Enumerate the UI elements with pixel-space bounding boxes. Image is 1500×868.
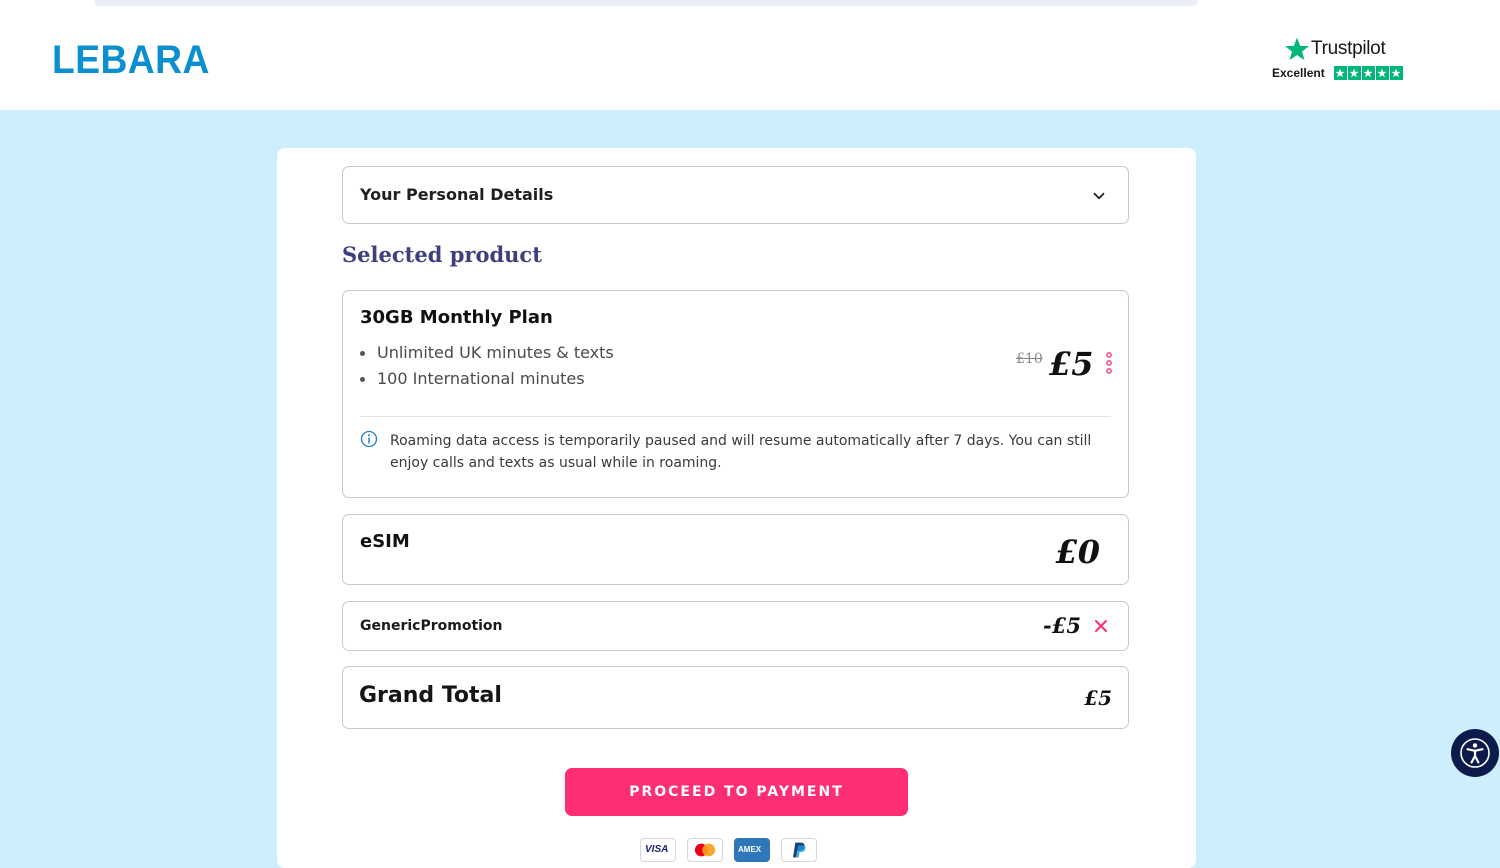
chevron-down-icon[interactable] xyxy=(1090,187,1108,205)
grand-total-line: Grand Total £5 xyxy=(342,666,1129,729)
browser-top-strip xyxy=(0,0,1500,15)
accessibility-button[interactable] xyxy=(1451,729,1499,777)
accessibility-icon xyxy=(1460,738,1490,768)
trustpilot-rating: Excellent xyxy=(1272,66,1403,80)
promotion-amount: -£5 xyxy=(1043,613,1081,638)
star-icon xyxy=(1333,66,1347,80)
proceed-to-payment-button[interactable]: PROCEED TO PAYMENT xyxy=(565,768,908,816)
address-bar-edge xyxy=(94,0,1198,6)
star-icon xyxy=(1375,66,1389,80)
esim-price: £0 xyxy=(1055,533,1100,571)
more-options-icon[interactable] xyxy=(1104,351,1114,375)
plan-divider xyxy=(360,416,1111,417)
amex-icon: AMEX xyxy=(734,838,770,862)
mastercard-icon xyxy=(687,838,723,862)
trustpilot-brand: Trustpilot xyxy=(1284,36,1386,62)
promotion-label: GenericPromotion xyxy=(360,618,503,634)
selected-product-title: Selected product xyxy=(342,242,542,267)
grand-total-amount: £5 xyxy=(1084,686,1112,710)
esim-line: eSIM £0 xyxy=(342,514,1129,585)
plan-features: Unlimited UK minutes & texts 100 Interna… xyxy=(360,343,614,395)
payment-methods: VISA AMEX xyxy=(640,838,817,862)
esim-label: eSIM xyxy=(360,531,410,552)
plan-feature: 100 International minutes xyxy=(360,369,614,395)
trustpilot-rating-label: Excellent xyxy=(1272,66,1325,80)
plan-name: 30GB Monthly Plan xyxy=(360,307,553,328)
paypal-icon xyxy=(781,838,817,862)
plan-summary: 30GB Monthly Plan Unlimited UK minutes &… xyxy=(342,290,1129,498)
star-icon xyxy=(1389,66,1403,80)
checkout-card: Your Personal Details Selected product 3… xyxy=(277,148,1196,868)
plan-old-price: £10 xyxy=(1016,351,1043,367)
personal-details-label: Your Personal Details xyxy=(360,185,554,204)
info-icon xyxy=(360,430,378,448)
trustpilot-stars xyxy=(1333,66,1403,80)
lebara-logo[interactable]: LEBARA xyxy=(52,38,210,83)
roaming-notice: Roaming data access is temporarily pause… xyxy=(390,433,1092,471)
star-icon xyxy=(1347,66,1361,80)
site-header: LEBARA Trustpilot Excellent xyxy=(0,14,1500,110)
grand-total-label: Grand Total xyxy=(359,683,502,708)
trustpilot-star-icon xyxy=(1285,37,1309,61)
plan-feature: Unlimited UK minutes & texts xyxy=(360,343,614,369)
close-icon[interactable] xyxy=(1091,616,1111,636)
personal-details-accordion[interactable]: Your Personal Details xyxy=(342,166,1129,224)
plan-price: £5 xyxy=(1049,345,1094,383)
promotion-line: GenericPromotion -£5 xyxy=(342,601,1129,651)
trustpilot-widget[interactable]: Trustpilot Excellent xyxy=(1272,36,1404,84)
visa-icon: VISA xyxy=(640,838,676,862)
star-icon xyxy=(1361,66,1375,80)
trustpilot-name: Trustpilot xyxy=(1311,38,1386,59)
